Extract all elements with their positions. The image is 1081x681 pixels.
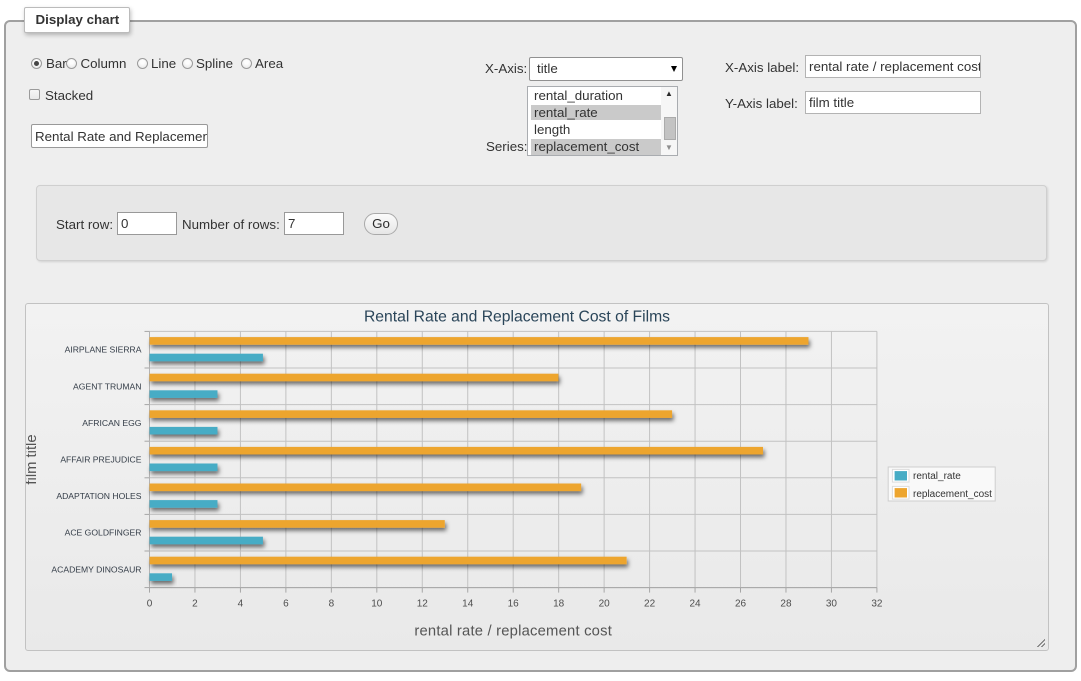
- svg-text:Rental Rate and Replacement Co: Rental Rate and Replacement Cost of Film…: [364, 309, 670, 326]
- svg-text:10: 10: [371, 599, 383, 610]
- svg-text:replacement_cost: replacement_cost: [913, 489, 992, 500]
- svg-text:20: 20: [599, 599, 611, 610]
- svg-text:12: 12: [417, 599, 429, 610]
- svg-text:28: 28: [780, 599, 792, 610]
- svg-text:ACADEMY DINOSAUR: ACADEMY DINOSAUR: [51, 564, 141, 574]
- svg-text:film title: film title: [26, 434, 40, 484]
- svg-text:24: 24: [689, 599, 701, 610]
- svg-text:30: 30: [826, 599, 838, 610]
- svg-text:22: 22: [644, 599, 656, 610]
- svg-text:AGENT TRUMAN: AGENT TRUMAN: [73, 381, 141, 391]
- svg-text:AFRICAN EGG: AFRICAN EGG: [82, 418, 142, 428]
- svg-text:32: 32: [871, 599, 883, 610]
- svg-text:8: 8: [329, 599, 335, 610]
- svg-text:0: 0: [147, 599, 153, 610]
- svg-text:2: 2: [192, 599, 198, 610]
- svg-text:rental rate / replacement cost: rental rate / replacement cost: [414, 624, 612, 640]
- svg-text:AFFAIR PREJUDICE: AFFAIR PREJUDICE: [60, 455, 141, 465]
- svg-text:rental_rate: rental_rate: [913, 471, 961, 482]
- svg-text:ADAPTATION HOLES: ADAPTATION HOLES: [56, 491, 141, 501]
- svg-text:6: 6: [283, 599, 289, 610]
- svg-text:16: 16: [508, 599, 520, 610]
- svg-text:14: 14: [462, 599, 474, 610]
- svg-text:4: 4: [238, 599, 244, 610]
- svg-text:AIRPLANE SIERRA: AIRPLANE SIERRA: [65, 345, 142, 355]
- svg-text:ACE GOLDFINGER: ACE GOLDFINGER: [65, 528, 142, 538]
- svg-text:26: 26: [735, 599, 747, 610]
- svg-text:18: 18: [553, 599, 565, 610]
